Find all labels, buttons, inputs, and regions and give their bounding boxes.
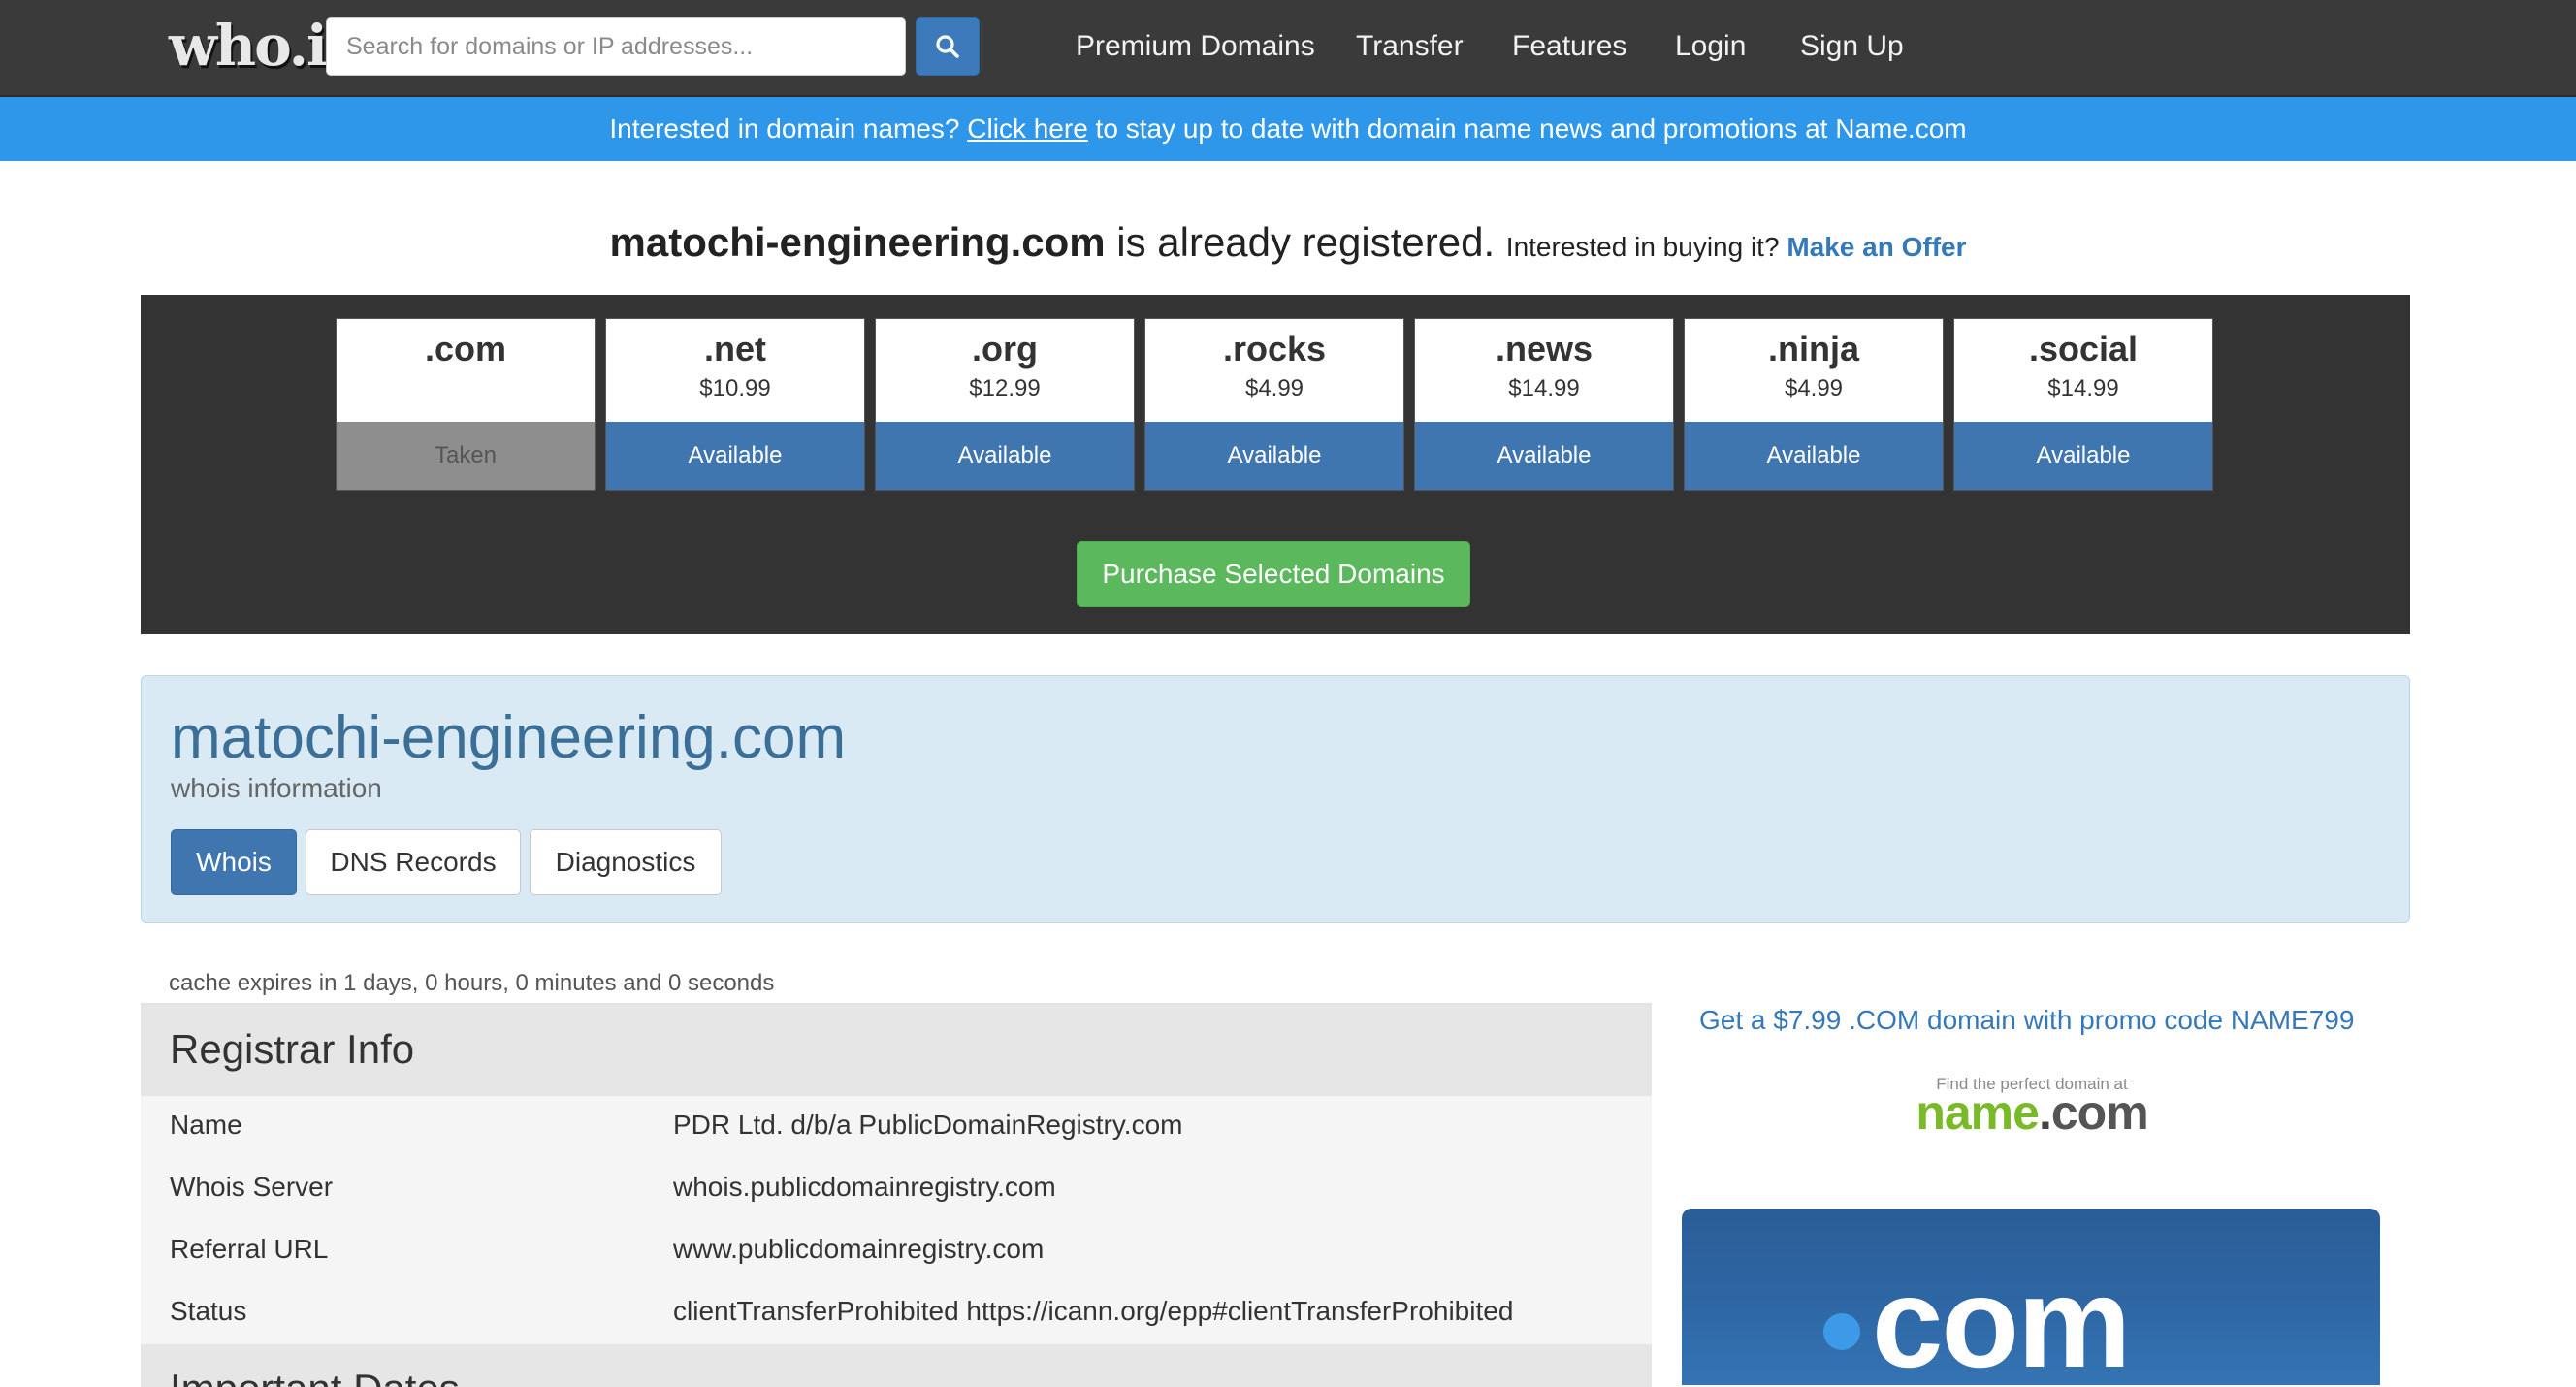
promo-code-link[interactable]: Get a $7.99 .COM domain with promo code …: [1699, 1005, 2354, 1036]
whois-domain-title: matochi-engineering.com: [171, 704, 847, 771]
nav-link-features[interactable]: Features: [1512, 23, 1626, 70]
tld-status-available: Available: [606, 422, 864, 490]
tld-name: .ninja: [1767, 329, 1859, 369]
tab-dns-records[interactable]: DNS Records: [306, 829, 521, 895]
banner-suffix: to stay up to date with domain name news…: [1087, 113, 1967, 144]
tld-status-available: Available: [876, 422, 1134, 490]
tld-name: .com: [424, 329, 507, 369]
tld-card-ninja[interactable]: .ninja $4.99 Available: [1684, 318, 1944, 491]
registrar-info-panel: Registrar Info Name PDR Ltd. d/b/a Publi…: [141, 1003, 1652, 1387]
whois-header-box: matochi-engineering.com whois informatio…: [141, 675, 2410, 923]
tld-name: .org: [972, 329, 1038, 369]
registrar-info-heading: Registrar Info: [170, 1026, 415, 1072]
registrar-row-value: PDR Ltd. d/b/a PublicDomainRegistry.com: [673, 1110, 1183, 1140]
nav-link-transfer[interactable]: Transfer: [1356, 23, 1464, 70]
tld-card-org[interactable]: .org $12.99 Available: [875, 318, 1135, 491]
top-navbar: who.is Premium Domains Transfer Features…: [0, 0, 2576, 97]
search-button[interactable]: [916, 17, 980, 76]
search-input[interactable]: [326, 17, 906, 76]
tld-price: $14.99: [1508, 375, 1580, 402]
tab-whois[interactable]: Whois: [171, 829, 297, 895]
registrar-row-key: Status: [170, 1296, 247, 1326]
tld-name: .net: [703, 329, 766, 369]
tld-name: .rocks: [1222, 329, 1327, 369]
namecom-logo[interactable]: name.com: [1891, 1084, 2173, 1141]
important-dates-header: Important Dates: [141, 1344, 1652, 1387]
headline-domain: matochi-engineering.com: [609, 219, 1106, 265]
registrar-row-key: Whois Server: [170, 1172, 334, 1202]
tld-status-taken: Taken: [337, 422, 595, 490]
namecom-logo-name: name: [1916, 1085, 2040, 1140]
registrar-row-value: clientTransferProhibited https://icann.o…: [673, 1296, 1514, 1326]
tld-card-net[interactable]: .net $10.99 Available: [605, 318, 865, 491]
nav-link-login[interactable]: Login: [1675, 23, 1746, 70]
purchase-selected-domains-button[interactable]: Purchase Selected Domains: [1077, 541, 1470, 607]
nav-link-premium-domains[interactable]: Premium Domains: [1076, 23, 1315, 70]
namecom-logo-dot: .: [2038, 1085, 2052, 1140]
make-offer-link[interactable]: Make an Offer: [1787, 232, 1966, 262]
headline-registered-text: is already registered.: [1105, 219, 1506, 265]
ad-dot-icon: [1823, 1313, 1860, 1350]
search-icon: [936, 35, 959, 58]
tld-status-available: Available: [1685, 422, 1943, 490]
tld-price: $4.99: [1244, 375, 1304, 402]
tld-card-social[interactable]: .social $14.99 Available: [1953, 318, 2213, 491]
cache-expiry-note: cache expires in 1 days, 0 hours, 0 minu…: [169, 970, 775, 996]
tld-name: .news: [1495, 329, 1594, 369]
registrar-row-value: www.publicdomainregistry.com: [673, 1234, 1045, 1264]
tld-status-available: Available: [1954, 422, 2212, 490]
tld-price: $10.99: [699, 375, 771, 402]
tld-name: .social: [2028, 329, 2139, 369]
ad-com-text: com: [1872, 1251, 2131, 1386]
nav-link-sign-up[interactable]: Sign Up: [1800, 23, 1904, 70]
important-dates-heading: Important Dates: [170, 1366, 460, 1387]
banner-prefix: Interested in domain names?: [609, 113, 968, 144]
tld-card-com[interactable]: .com Taken: [336, 318, 596, 491]
registrar-info-header: Registrar Info: [141, 1005, 1652, 1096]
tld-card-news[interactable]: .news $14.99 Available: [1414, 318, 1674, 491]
headline-buy-prompt: Interested in buying it?: [1505, 232, 1787, 262]
registrar-row-value: whois.publicdomainregistry.com: [673, 1172, 1056, 1202]
tld-status-available: Available: [1415, 422, 1673, 490]
registration-headline: matochi-engineering.com is already regis…: [0, 219, 2576, 266]
promo-banner: Interested in domain names? Click here t…: [0, 97, 2576, 161]
namecom-logo-com: com: [2050, 1085, 2149, 1140]
tld-card-rocks[interactable]: .rocks $4.99 Available: [1144, 318, 1404, 491]
dot-com-ad[interactable]: com: [1682, 1209, 2380, 1385]
tld-price: $12.99: [969, 375, 1041, 402]
tab-diagnostics[interactable]: Diagnostics: [530, 829, 722, 895]
tld-price: $4.99: [1784, 375, 1844, 402]
registrar-row-key: Referral URL: [170, 1234, 329, 1264]
tld-price: $14.99: [2047, 375, 2119, 402]
tld-status-available: Available: [1145, 422, 1403, 490]
whois-subtitle: whois information: [171, 773, 382, 803]
registrar-row-key: Name: [170, 1110, 242, 1140]
banner-click-here-link[interactable]: Click here: [967, 113, 1087, 144]
